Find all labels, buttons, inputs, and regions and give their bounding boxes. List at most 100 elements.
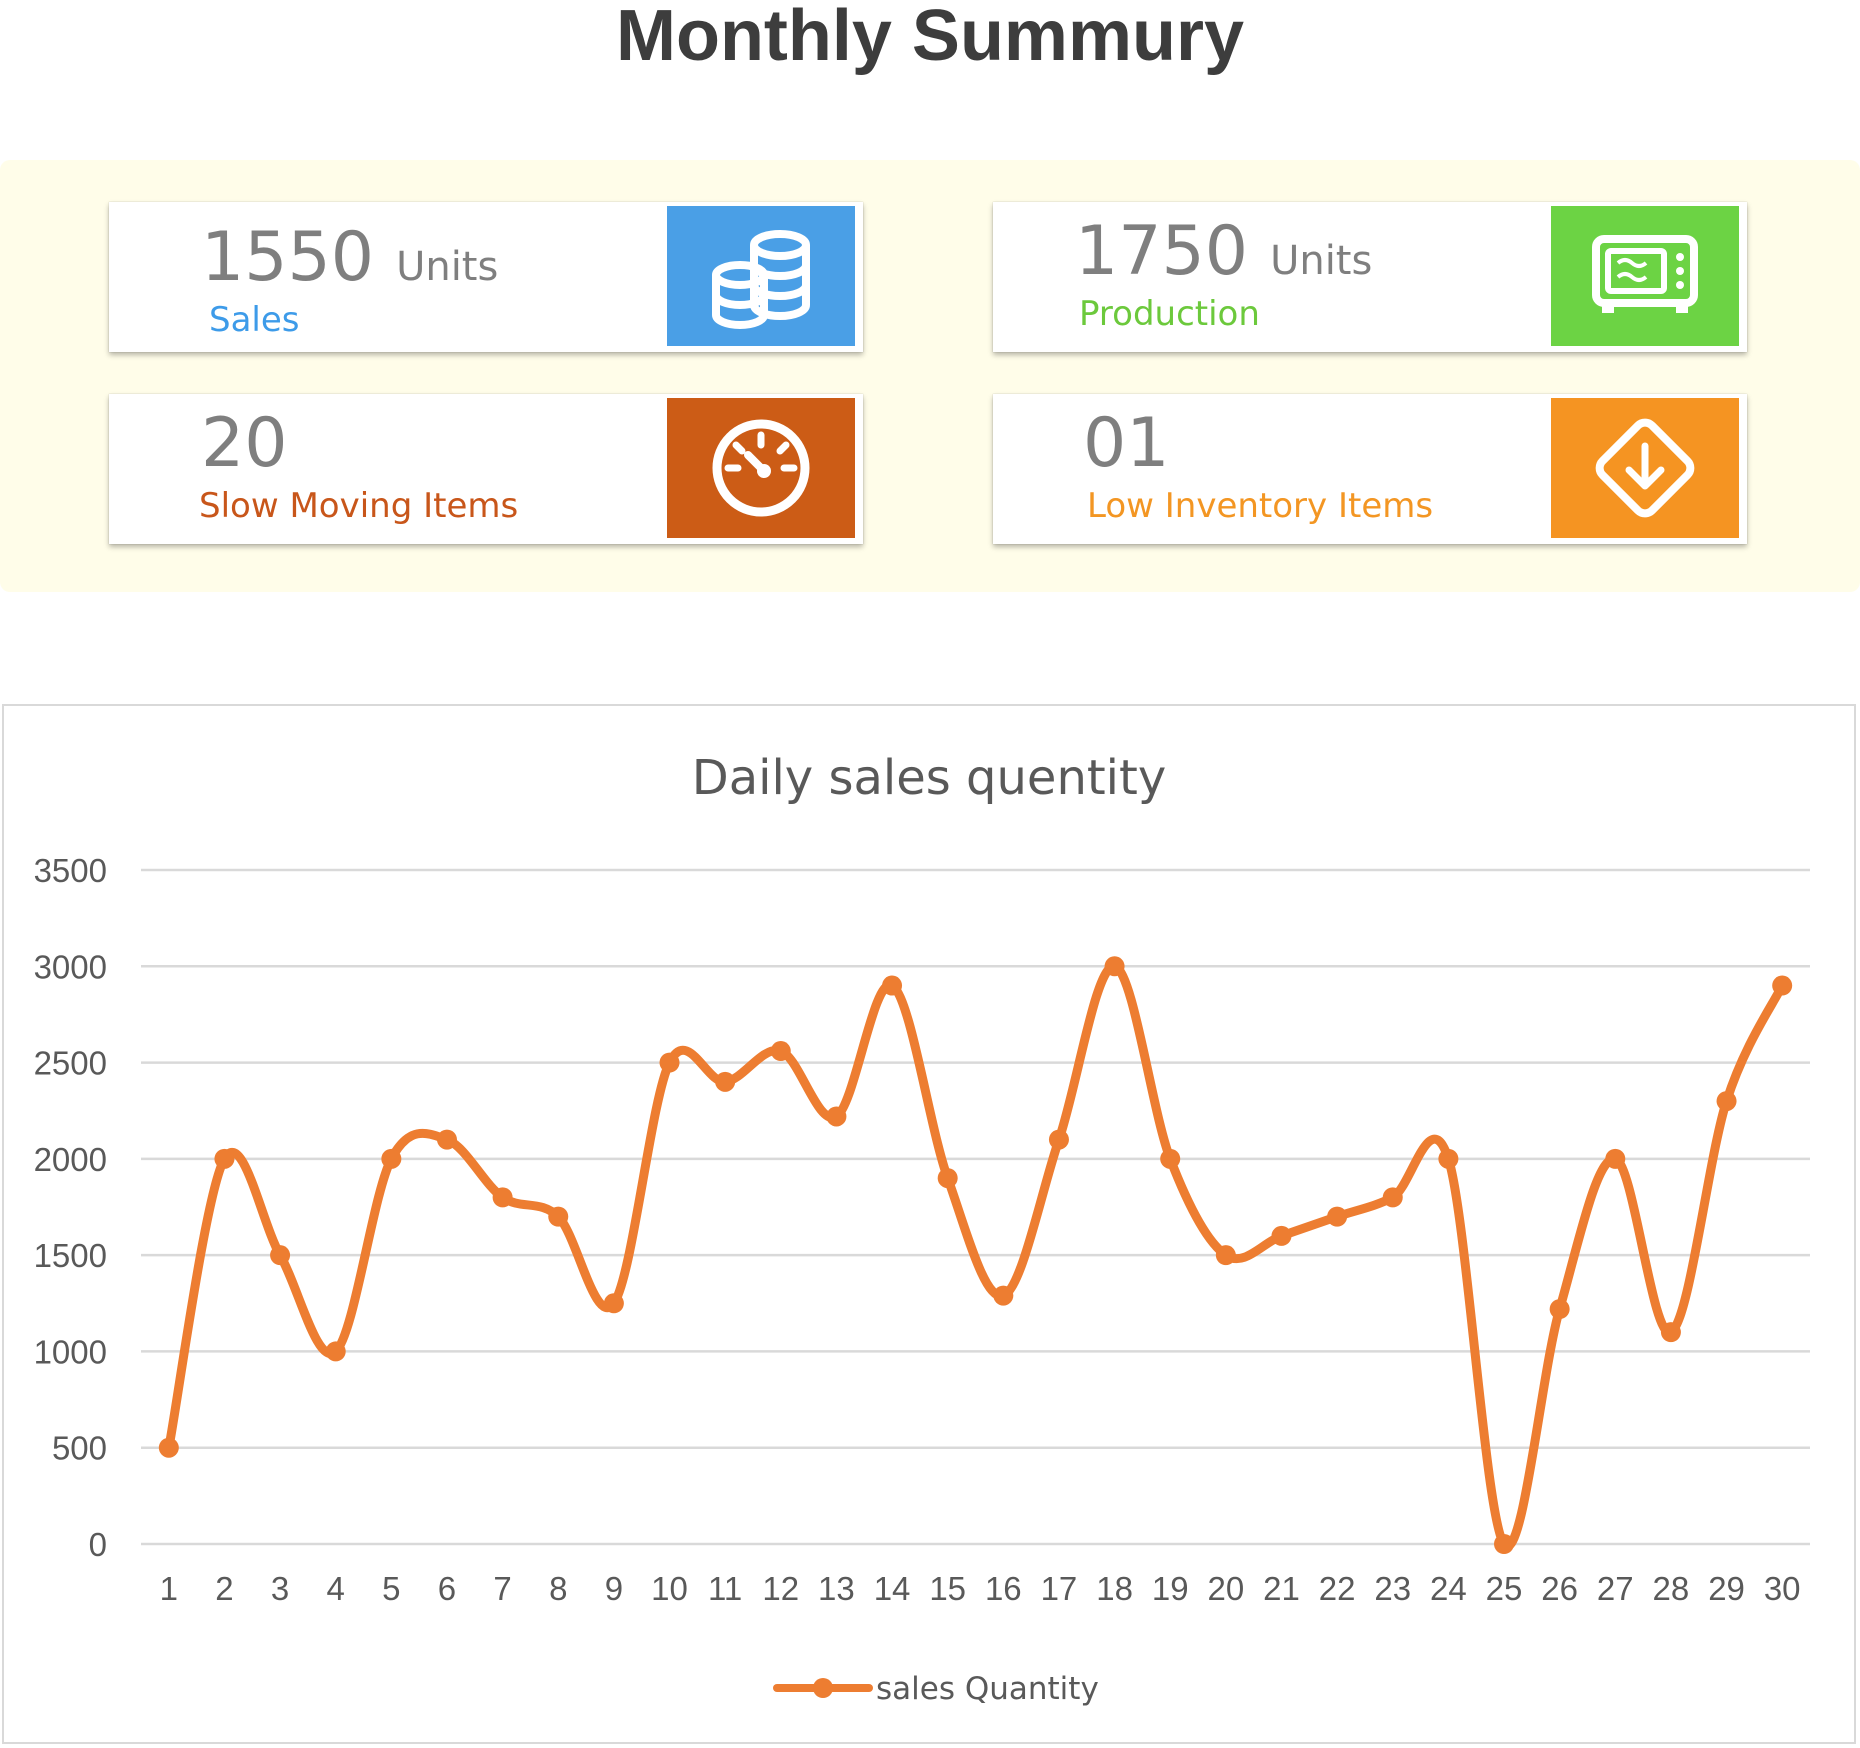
data-point [826,1106,847,1127]
data-point [1494,1534,1515,1554]
x-tick-label: 30 [1764,1570,1801,1607]
data-point [270,1245,291,1266]
legend-label: sales Quantity [876,1671,1099,1707]
x-tick-label: 9 [605,1570,623,1607]
kpi-card-slow-moving[interactable]: 20 Slow Moving Items [109,394,863,544]
x-axis-ticks: 1 2 3 4 5 6 7 8 9 10 11 12 13 14 15 16 17 18 19 20 21 22 23 24 2… [160,1570,1801,1607]
data-point [715,1071,736,1092]
y-tick-label: 2500 [34,1045,107,1082]
data-point [882,975,903,996]
kpi-production-unit: Units [1270,238,1373,284]
x-tick-label: 10 [651,1570,688,1607]
chart-container: Daily sales quentity 0 500 1000 1500 2000 250… [2,704,1856,1744]
kpi-panel: 1550 Units Sales 1750 Units Production 2… [0,160,1860,592]
kpi-card-production[interactable]: 1750 Units Production [993,202,1747,352]
line-chart: Daily sales quentity 0500100015002000250… [34,750,1810,1707]
x-tick-label: 14 [874,1570,911,1607]
data-point [1215,1245,1236,1266]
x-tick-label: 22 [1319,1570,1356,1607]
y-axis-ticks: 0 500 1000 1500 2000 2500 3000 3500 [34,852,107,1563]
data-point [1382,1187,1403,1208]
data-point [325,1341,346,1362]
x-tick-label: 27 [1597,1570,1634,1607]
speedometer-icon [712,419,810,517]
data-point [1549,1299,1570,1320]
y-tick-label: 2000 [34,1141,107,1178]
x-tick-label: 8 [549,1570,567,1607]
data-point [1048,1129,1069,1150]
x-tick-label: 11 [708,1570,742,1607]
data-point [603,1293,624,1314]
data-point [214,1148,235,1169]
x-tick-label: 25 [1486,1570,1523,1607]
data-point [548,1206,569,1227]
data-point [1716,1091,1737,1112]
kpi-slow-moving-value: 20 [201,404,288,483]
data-point [1104,956,1125,977]
coins-stack-icon [712,230,810,329]
kpi-production-tile [1551,206,1739,346]
x-tick-label: 2 [215,1570,233,1607]
x-tick-label: 26 [1541,1570,1578,1607]
x-tick-label: 28 [1653,1570,1690,1607]
x-tick-label: 15 [929,1570,966,1607]
kpi-sales-value: 1550 [201,218,375,297]
x-tick-label: 4 [327,1570,345,1607]
y-tick-label: 0 [89,1526,107,1563]
y-tick-label: 1000 [34,1333,107,1370]
data-point [770,1041,791,1062]
x-tick-label: 13 [818,1570,855,1607]
download-diamond-icon [1595,418,1695,518]
chart-gridlines [141,868,1810,1546]
x-tick-label: 23 [1374,1570,1411,1607]
data-point [492,1187,513,1208]
x-tick-label: 19 [1152,1570,1189,1607]
kpi-production-label: Production [1079,294,1260,334]
y-tick-label: 500 [52,1430,107,1467]
x-tick-label: 17 [1041,1570,1078,1607]
x-tick-label: 7 [493,1570,511,1607]
page-title: Monthly Summury [615,0,1245,76]
legend-marker [813,1678,833,1698]
x-tick-label: 5 [382,1570,400,1607]
kpi-card-low-inventory[interactable]: 01 Low Inventory Items [993,394,1747,544]
y-tick-label: 1500 [34,1237,107,1274]
kpi-sales-label: Sales [209,300,300,340]
x-tick-label: 29 [1708,1570,1745,1607]
x-tick-label: 12 [762,1570,799,1607]
data-point [1660,1322,1681,1343]
kpi-sales-tile [667,206,855,346]
kpi-production-value-line: 1750 Units [1075,218,1372,295]
data-point [993,1285,1014,1306]
kpi-slow-moving-label: Slow Moving Items [199,486,519,526]
y-tick-label: 3500 [34,852,107,889]
chart-title: Daily sales quentity [692,750,1167,806]
microwave-icon [1592,235,1698,313]
kpi-sales-value-line: 1550 Units [201,224,498,301]
x-tick-label: 3 [271,1570,289,1607]
kpi-low-inventory-label: Low Inventory Items [1087,486,1434,526]
data-point [1605,1148,1626,1169]
kpi-slow-moving-tile [667,398,855,538]
x-tick-label: 16 [985,1570,1022,1607]
data-point [158,1437,179,1458]
data-point [1772,975,1793,996]
kpi-low-inventory-tile [1551,398,1739,538]
x-tick-label: 6 [438,1570,456,1607]
x-tick-label: 24 [1430,1570,1467,1607]
data-point [1327,1206,1348,1227]
kpi-production-value: 1750 [1075,212,1249,291]
x-tick-label: 20 [1207,1570,1244,1607]
kpi-card-sales[interactable]: 1550 Units Sales [109,202,863,352]
data-point [436,1129,457,1150]
data-point [937,1168,958,1189]
chart-legend: sales Quantity [773,1671,1099,1707]
y-tick-label: 3000 [34,948,107,985]
data-point [1160,1148,1181,1169]
data-point [659,1052,680,1073]
data-point [381,1148,402,1169]
kpi-sales-unit: Units [396,244,499,290]
x-tick-label: 21 [1263,1570,1300,1607]
kpi-low-inventory-value: 01 [1083,404,1170,483]
data-point [1438,1148,1459,1169]
